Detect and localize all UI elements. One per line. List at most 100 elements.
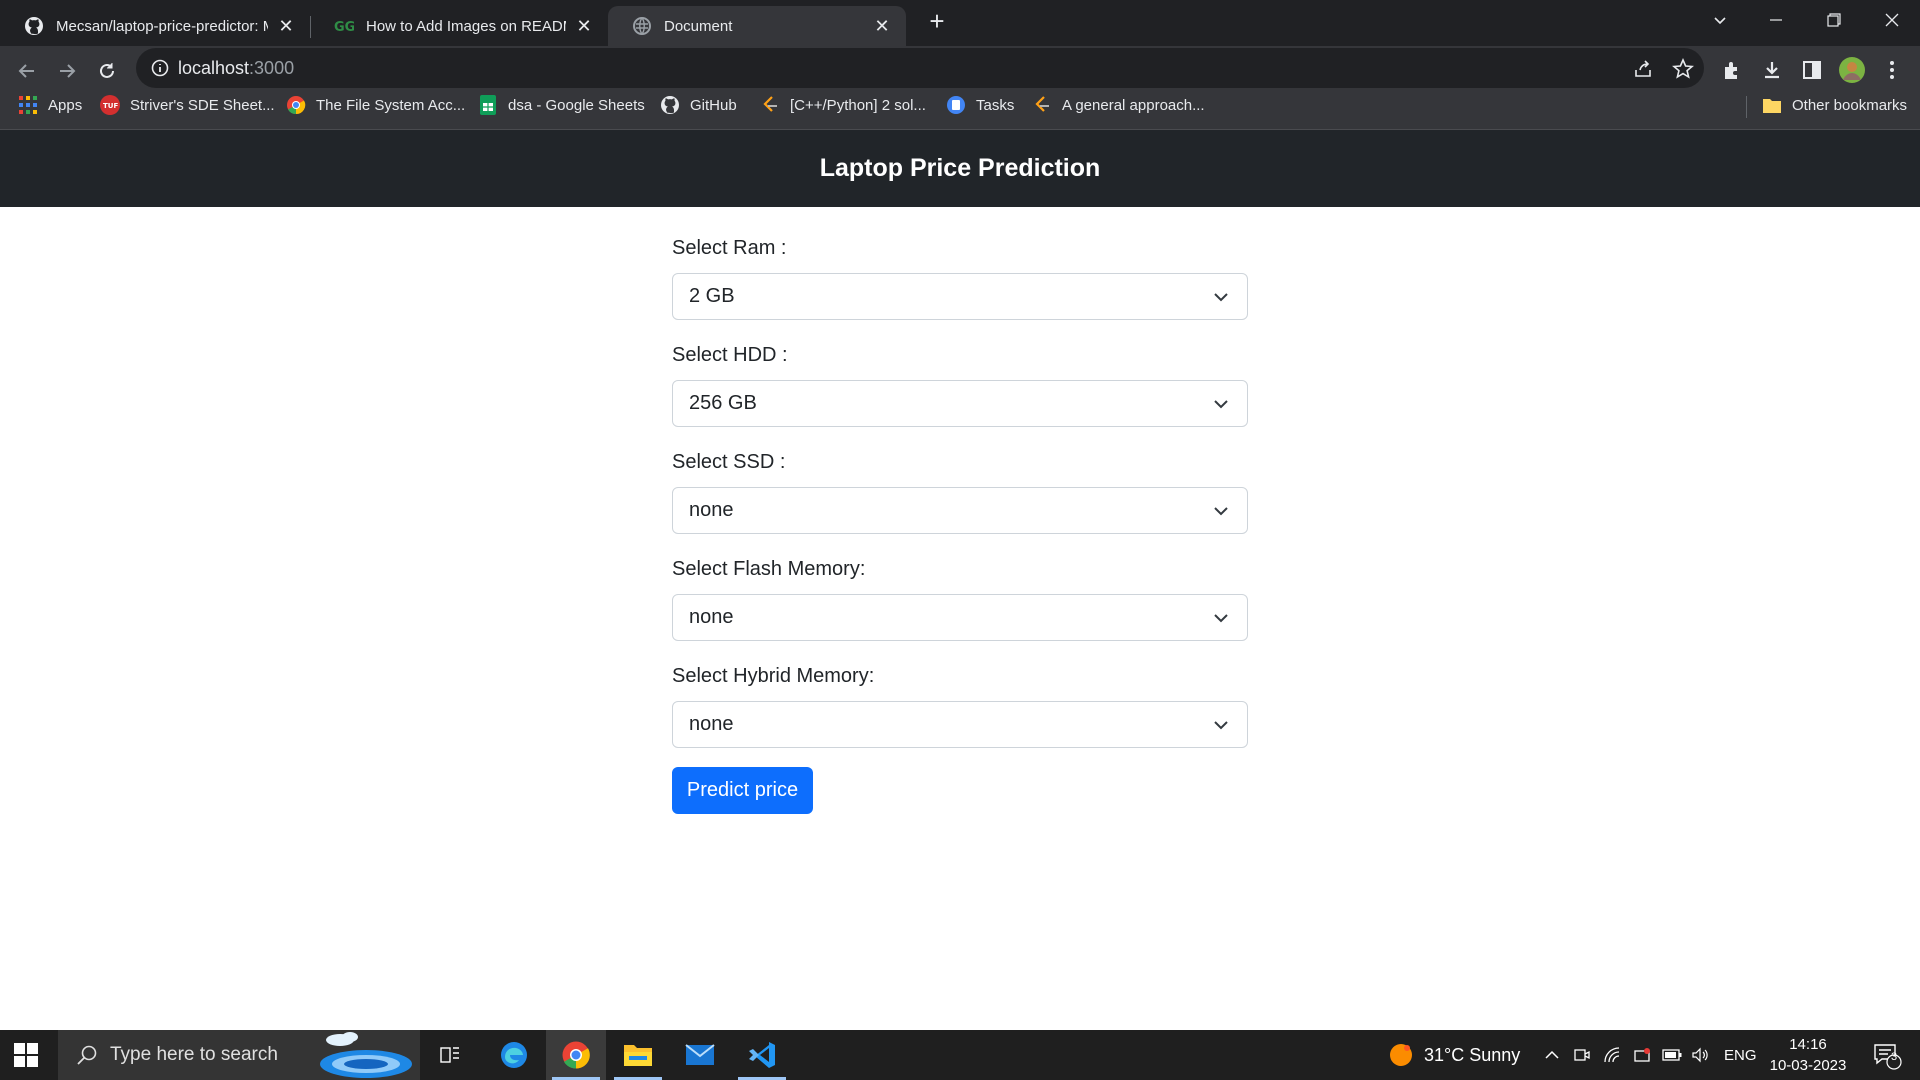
taskbar-clock[interactable]: 14:16 10-03-2023	[1760, 1034, 1856, 1076]
bookmark-label: GitHub	[690, 96, 737, 114]
tab-title: How to Add Images on README	[366, 17, 566, 35]
sun-icon	[1390, 1044, 1412, 1066]
wifi-icon[interactable]	[1602, 1045, 1622, 1065]
side-panel-icon[interactable]	[1798, 56, 1826, 84]
globe-icon	[632, 16, 652, 36]
windows-taskbar: Type here to search 31°C Sunny ENG 14:16…	[0, 1030, 1920, 1080]
search-placeholder: Type here to search	[110, 1044, 278, 1065]
ram-select[interactable]: 2 GB	[672, 273, 1248, 320]
reload-icon[interactable]	[90, 54, 124, 88]
ssd-select[interactable]: none	[672, 487, 1248, 534]
hybrid-memory-label: Select Hybrid Memory:	[672, 665, 875, 687]
bookmark-label: Apps	[48, 96, 83, 114]
share-icon[interactable]	[1632, 58, 1654, 80]
bookmark-star-icon[interactable]	[1672, 57, 1694, 80]
show-hidden-icons-icon[interactable]	[1542, 1045, 1562, 1065]
menu-icon[interactable]	[1878, 56, 1906, 84]
chevron-down-icon	[1214, 293, 1228, 302]
hdd-select[interactable]: 256 GB	[672, 380, 1248, 427]
chevron-down-icon	[1214, 507, 1228, 516]
bookmark-dsa-sheets[interactable]: dsa - Google Sheets	[478, 90, 645, 120]
bookmark-label: The File System Acc...	[316, 96, 466, 114]
chevron-down-icon	[1214, 400, 1228, 409]
url-port: :3000	[249, 58, 295, 78]
search-highlight-image	[314, 1030, 420, 1080]
meet-now-icon[interactable]	[1572, 1045, 1592, 1065]
battery-icon[interactable]	[1662, 1045, 1682, 1065]
mail-icon[interactable]	[670, 1030, 730, 1080]
close-icon[interactable]: ✕	[574, 16, 594, 37]
file-explorer-icon[interactable]	[608, 1030, 668, 1080]
tab-document[interactable]: Document ✕	[608, 6, 906, 46]
extensions-icon[interactable]	[1718, 56, 1746, 84]
ram-label: Select Ram :	[672, 237, 787, 259]
bookmark-label: dsa - Google Sheets	[508, 96, 645, 114]
tab-github[interactable]: Mecsan/laptop-price-predictor: M ✕	[0, 6, 310, 46]
bookmark-apps[interactable]: Apps	[18, 90, 82, 120]
network-alert-icon[interactable]	[1632, 1045, 1652, 1065]
svg-text:TUF: TUF	[103, 102, 118, 110]
bookmark-label: Striver's SDE Sheet...	[130, 96, 275, 114]
tab-search-icon[interactable]	[1692, 0, 1748, 40]
language-indicator[interactable]: ENG	[1724, 1030, 1757, 1080]
site-info-icon[interactable]	[150, 58, 170, 78]
notification-center-icon[interactable]: 3	[1870, 1040, 1904, 1070]
windows-start-icon[interactable]	[14, 1043, 38, 1067]
search-icon	[76, 1044, 98, 1066]
back-icon[interactable]	[10, 54, 44, 88]
address-bar[interactable]: localhost:3000	[136, 48, 1704, 88]
flash-memory-select[interactable]: none	[672, 594, 1248, 641]
bookmark-file-system[interactable]: The File System Acc...	[286, 90, 465, 120]
restore-icon[interactable]	[1806, 0, 1862, 40]
edge-icon[interactable]	[484, 1030, 544, 1080]
language-text: ENG	[1724, 1046, 1757, 1064]
tasks-icon	[946, 95, 966, 115]
ssd-select-value: none	[689, 499, 734, 521]
close-window-icon[interactable]	[1864, 0, 1920, 40]
clock-date: 10-03-2023	[1769, 1057, 1847, 1074]
bookmark-tasks[interactable]: Tasks	[946, 90, 1014, 120]
volume-icon[interactable]	[1690, 1045, 1710, 1065]
download-icon[interactable]	[1758, 56, 1786, 84]
github-icon	[24, 16, 44, 36]
apps-grid-icon	[18, 95, 38, 115]
ram-select-value: 2 GB	[689, 285, 735, 307]
bookmark-label: A general approach...	[1062, 96, 1205, 114]
weather-text: 31°C Sunny	[1424, 1044, 1521, 1065]
tab-title: Mecsan/laptop-price-predictor: M	[56, 17, 268, 35]
predict-price-button[interactable]: Predict price	[672, 767, 813, 814]
page-navbar: Laptop Price Prediction	[0, 130, 1920, 207]
hybrid-memory-select[interactable]: none	[672, 701, 1248, 748]
bookmark-label: [C++/Python] 2 sol...	[790, 96, 926, 114]
task-view-icon[interactable]	[420, 1030, 480, 1080]
close-icon[interactable]: ✕	[276, 16, 296, 37]
github-icon	[660, 95, 680, 115]
minimize-icon[interactable]	[1748, 0, 1804, 40]
ssd-label: Select SSD :	[672, 451, 786, 473]
vscode-icon[interactable]	[732, 1030, 792, 1080]
taskbar-search[interactable]: Type here to search	[58, 1030, 420, 1080]
other-bookmarks[interactable]: Other bookmarks	[1762, 90, 1907, 120]
chrome-taskbar-icon[interactable]	[546, 1030, 606, 1080]
bookmarks-divider	[1746, 96, 1747, 118]
weather-widget[interactable]: 31°C Sunny	[1388, 1030, 1520, 1080]
browser-toolbar: localhost:3000 Apps TUF Striver's SDE Sh…	[0, 46, 1920, 130]
bookmark-github[interactable]: GitHub	[660, 90, 737, 120]
notification-count: 3	[1890, 1051, 1898, 1063]
tab-geeksforgeeks[interactable]: GG How to Add Images on README ✕	[310, 6, 608, 46]
new-tab-button[interactable]: +	[922, 6, 952, 36]
profile-avatar-icon[interactable]	[1838, 56, 1866, 84]
other-bookmarks-label: Other bookmarks	[1792, 96, 1908, 114]
bookmark-general-approach[interactable]: A general approach...	[1032, 90, 1205, 120]
svg-text:GG: GG	[334, 20, 354, 35]
bookmark-strivers-sheet[interactable]: TUF Striver's SDE Sheet...	[100, 90, 275, 120]
folder-icon	[1762, 95, 1782, 115]
bookmark-leetcode-solution[interactable]: [C++/Python] 2 sol...	[760, 90, 926, 120]
forward-icon[interactable]	[50, 54, 84, 88]
url-host: localhost	[178, 58, 250, 78]
url-text: localhost:3000	[178, 58, 294, 79]
leetcode-icon	[1032, 95, 1052, 115]
tuf-icon: TUF	[100, 95, 120, 115]
close-icon[interactable]: ✕	[872, 16, 892, 37]
sheets-icon	[478, 95, 498, 115]
